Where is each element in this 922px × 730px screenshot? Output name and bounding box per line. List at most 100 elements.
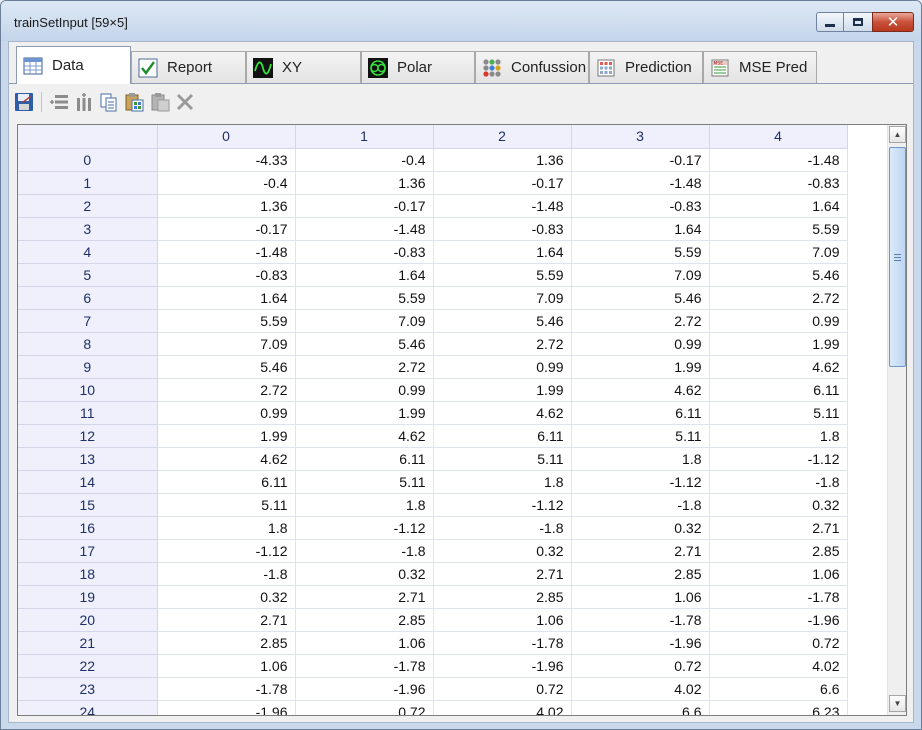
column-header[interactable]: 0 <box>157 125 296 149</box>
title-bar[interactable]: trainSetInput [59×5] ✕ <box>1 1 921 41</box>
table-cell[interactable]: 1.8 <box>571 447 710 471</box>
table-cell[interactable]: -1.8 <box>157 562 296 586</box>
table-cell[interactable]: 2.71 <box>157 608 296 632</box>
table-cell[interactable]: 7.09 <box>295 309 434 333</box>
table-cell[interactable]: -0.17 <box>571 148 710 172</box>
row-header[interactable]: 16 <box>18 516 158 540</box>
table-cell[interactable]: 4.02 <box>571 677 710 701</box>
table-cell[interactable]: 2.85 <box>571 562 710 586</box>
table-cell[interactable]: 1.36 <box>295 171 434 195</box>
table-cell[interactable]: -0.17 <box>433 171 572 195</box>
column-header[interactable]: 4 <box>709 125 848 149</box>
table-cell[interactable]: -1.96 <box>157 700 296 715</box>
row-header[interactable]: 22 <box>18 654 158 678</box>
table-cell[interactable]: 1.8 <box>433 470 572 494</box>
table-cell[interactable]: 5.11 <box>295 470 434 494</box>
data-grid[interactable]: 0 1 2 3 4 0 -4.33 -0.4 1.36 -0.17 -1.48 1 -0.4 1… <box>17 124 907 716</box>
row-header[interactable]: 12 <box>18 424 158 448</box>
table-cell[interactable]: -1.48 <box>433 194 572 218</box>
table-cell[interactable]: 1.06 <box>157 654 296 678</box>
tab-xy[interactable]: XY <box>246 51 361 83</box>
table-cell[interactable]: -0.17 <box>295 194 434 218</box>
table-cell[interactable]: 1.8 <box>157 516 296 540</box>
row-header[interactable]: 1 <box>18 171 158 195</box>
column-header[interactable]: 2 <box>433 125 572 149</box>
table-cell[interactable]: 1.8 <box>709 424 848 448</box>
table-cell[interactable]: -1.12 <box>709 447 848 471</box>
table-cell[interactable]: 0.72 <box>709 631 848 655</box>
table-cell[interactable]: 5.11 <box>433 447 572 471</box>
row-header[interactable]: 5 <box>18 263 158 287</box>
table-cell[interactable]: -1.78 <box>295 654 434 678</box>
row-header[interactable]: 8 <box>18 332 158 356</box>
table-cell[interactable]: 2.85 <box>433 585 572 609</box>
table-cell[interactable]: 1.99 <box>157 424 296 448</box>
table-cell[interactable]: 1.06 <box>709 562 848 586</box>
delete-button[interactable] <box>174 91 196 113</box>
row-header[interactable]: 0 <box>18 148 158 172</box>
tab-report[interactable]: Report <box>131 51 246 83</box>
table-cell[interactable]: 4.02 <box>433 700 572 715</box>
table-cell[interactable]: -1.48 <box>157 240 296 264</box>
table-cell[interactable]: 2.72 <box>433 332 572 356</box>
table-cell[interactable]: -0.83 <box>433 217 572 241</box>
table-cell[interactable]: 5.46 <box>709 263 848 287</box>
row-header[interactable]: 24 <box>18 700 158 715</box>
table-cell[interactable]: 2.72 <box>157 378 296 402</box>
table-cell[interactable]: 5.46 <box>295 332 434 356</box>
row-header[interactable]: 13 <box>18 447 158 471</box>
row-header[interactable]: 20 <box>18 608 158 632</box>
table-cell[interactable]: -1.96 <box>709 608 848 632</box>
table-cell[interactable]: 1.06 <box>433 608 572 632</box>
close-button[interactable]: ✕ <box>872 12 914 32</box>
table-cell[interactable]: -1.48 <box>709 148 848 172</box>
table-cell[interactable]: 0.72 <box>295 700 434 715</box>
table-cell[interactable]: -1.12 <box>295 516 434 540</box>
tab-polar[interactable]: Polar <box>361 51 475 83</box>
table-cell[interactable]: 7.09 <box>709 240 848 264</box>
scroll-up-button[interactable]: ▲ <box>889 126 906 143</box>
table-cell[interactable]: 5.11 <box>709 401 848 425</box>
table-cell[interactable]: -1.78 <box>433 631 572 655</box>
table-cell[interactable]: 2.85 <box>157 631 296 655</box>
table-cell[interactable]: 6.6 <box>709 677 848 701</box>
table-cell[interactable]: 0.99 <box>571 332 710 356</box>
row-header[interactable]: 19 <box>18 585 158 609</box>
table-cell[interactable]: 1.99 <box>295 401 434 425</box>
table-cell[interactable]: 6.11 <box>295 447 434 471</box>
table-cell[interactable]: 1.99 <box>571 355 710 379</box>
table-cell[interactable]: 5.59 <box>571 240 710 264</box>
table-cell[interactable]: 6.23 <box>709 700 848 715</box>
table-cell[interactable]: 6.11 <box>709 378 848 402</box>
table-cell[interactable]: -1.96 <box>571 631 710 655</box>
table-cell[interactable]: -4.33 <box>157 148 296 172</box>
table-cell[interactable]: 1.64 <box>433 240 572 264</box>
table-cell[interactable]: 4.62 <box>433 401 572 425</box>
table-cell[interactable]: 1.99 <box>433 378 572 402</box>
table-cell[interactable]: 4.62 <box>571 378 710 402</box>
tab-prediction[interactable]: Prediction <box>589 51 703 83</box>
copy-button[interactable] <box>98 91 120 113</box>
table-cell[interactable]: 0.99 <box>157 401 296 425</box>
table-cell[interactable]: 0.72 <box>571 654 710 678</box>
table-cell[interactable]: -1.78 <box>709 585 848 609</box>
row-header[interactable]: 2 <box>18 194 158 218</box>
table-cell[interactable]: 2.71 <box>709 516 848 540</box>
row-header[interactable]: 7 <box>18 309 158 333</box>
table-cell[interactable]: -1.96 <box>433 654 572 678</box>
row-header[interactable]: 10 <box>18 378 158 402</box>
paste-special-button[interactable] <box>123 91 145 113</box>
table-cell[interactable]: -1.78 <box>157 677 296 701</box>
table-cell[interactable]: 1.64 <box>571 217 710 241</box>
table-cell[interactable]: 5.11 <box>571 424 710 448</box>
table-cell[interactable]: -0.83 <box>295 240 434 264</box>
table-cell[interactable]: 5.46 <box>571 286 710 310</box>
vertical-scrollbar[interactable]: ▲ ▼ <box>887 125 906 715</box>
table-cell[interactable]: 4.02 <box>709 654 848 678</box>
table-cell[interactable]: -0.4 <box>157 171 296 195</box>
insert-row-button[interactable] <box>48 91 70 113</box>
table-cell[interactable]: -1.78 <box>571 608 710 632</box>
table-cell[interactable]: 6.11 <box>571 401 710 425</box>
table-cell[interactable]: -1.12 <box>157 539 296 563</box>
table-cell[interactable]: 2.71 <box>433 562 572 586</box>
